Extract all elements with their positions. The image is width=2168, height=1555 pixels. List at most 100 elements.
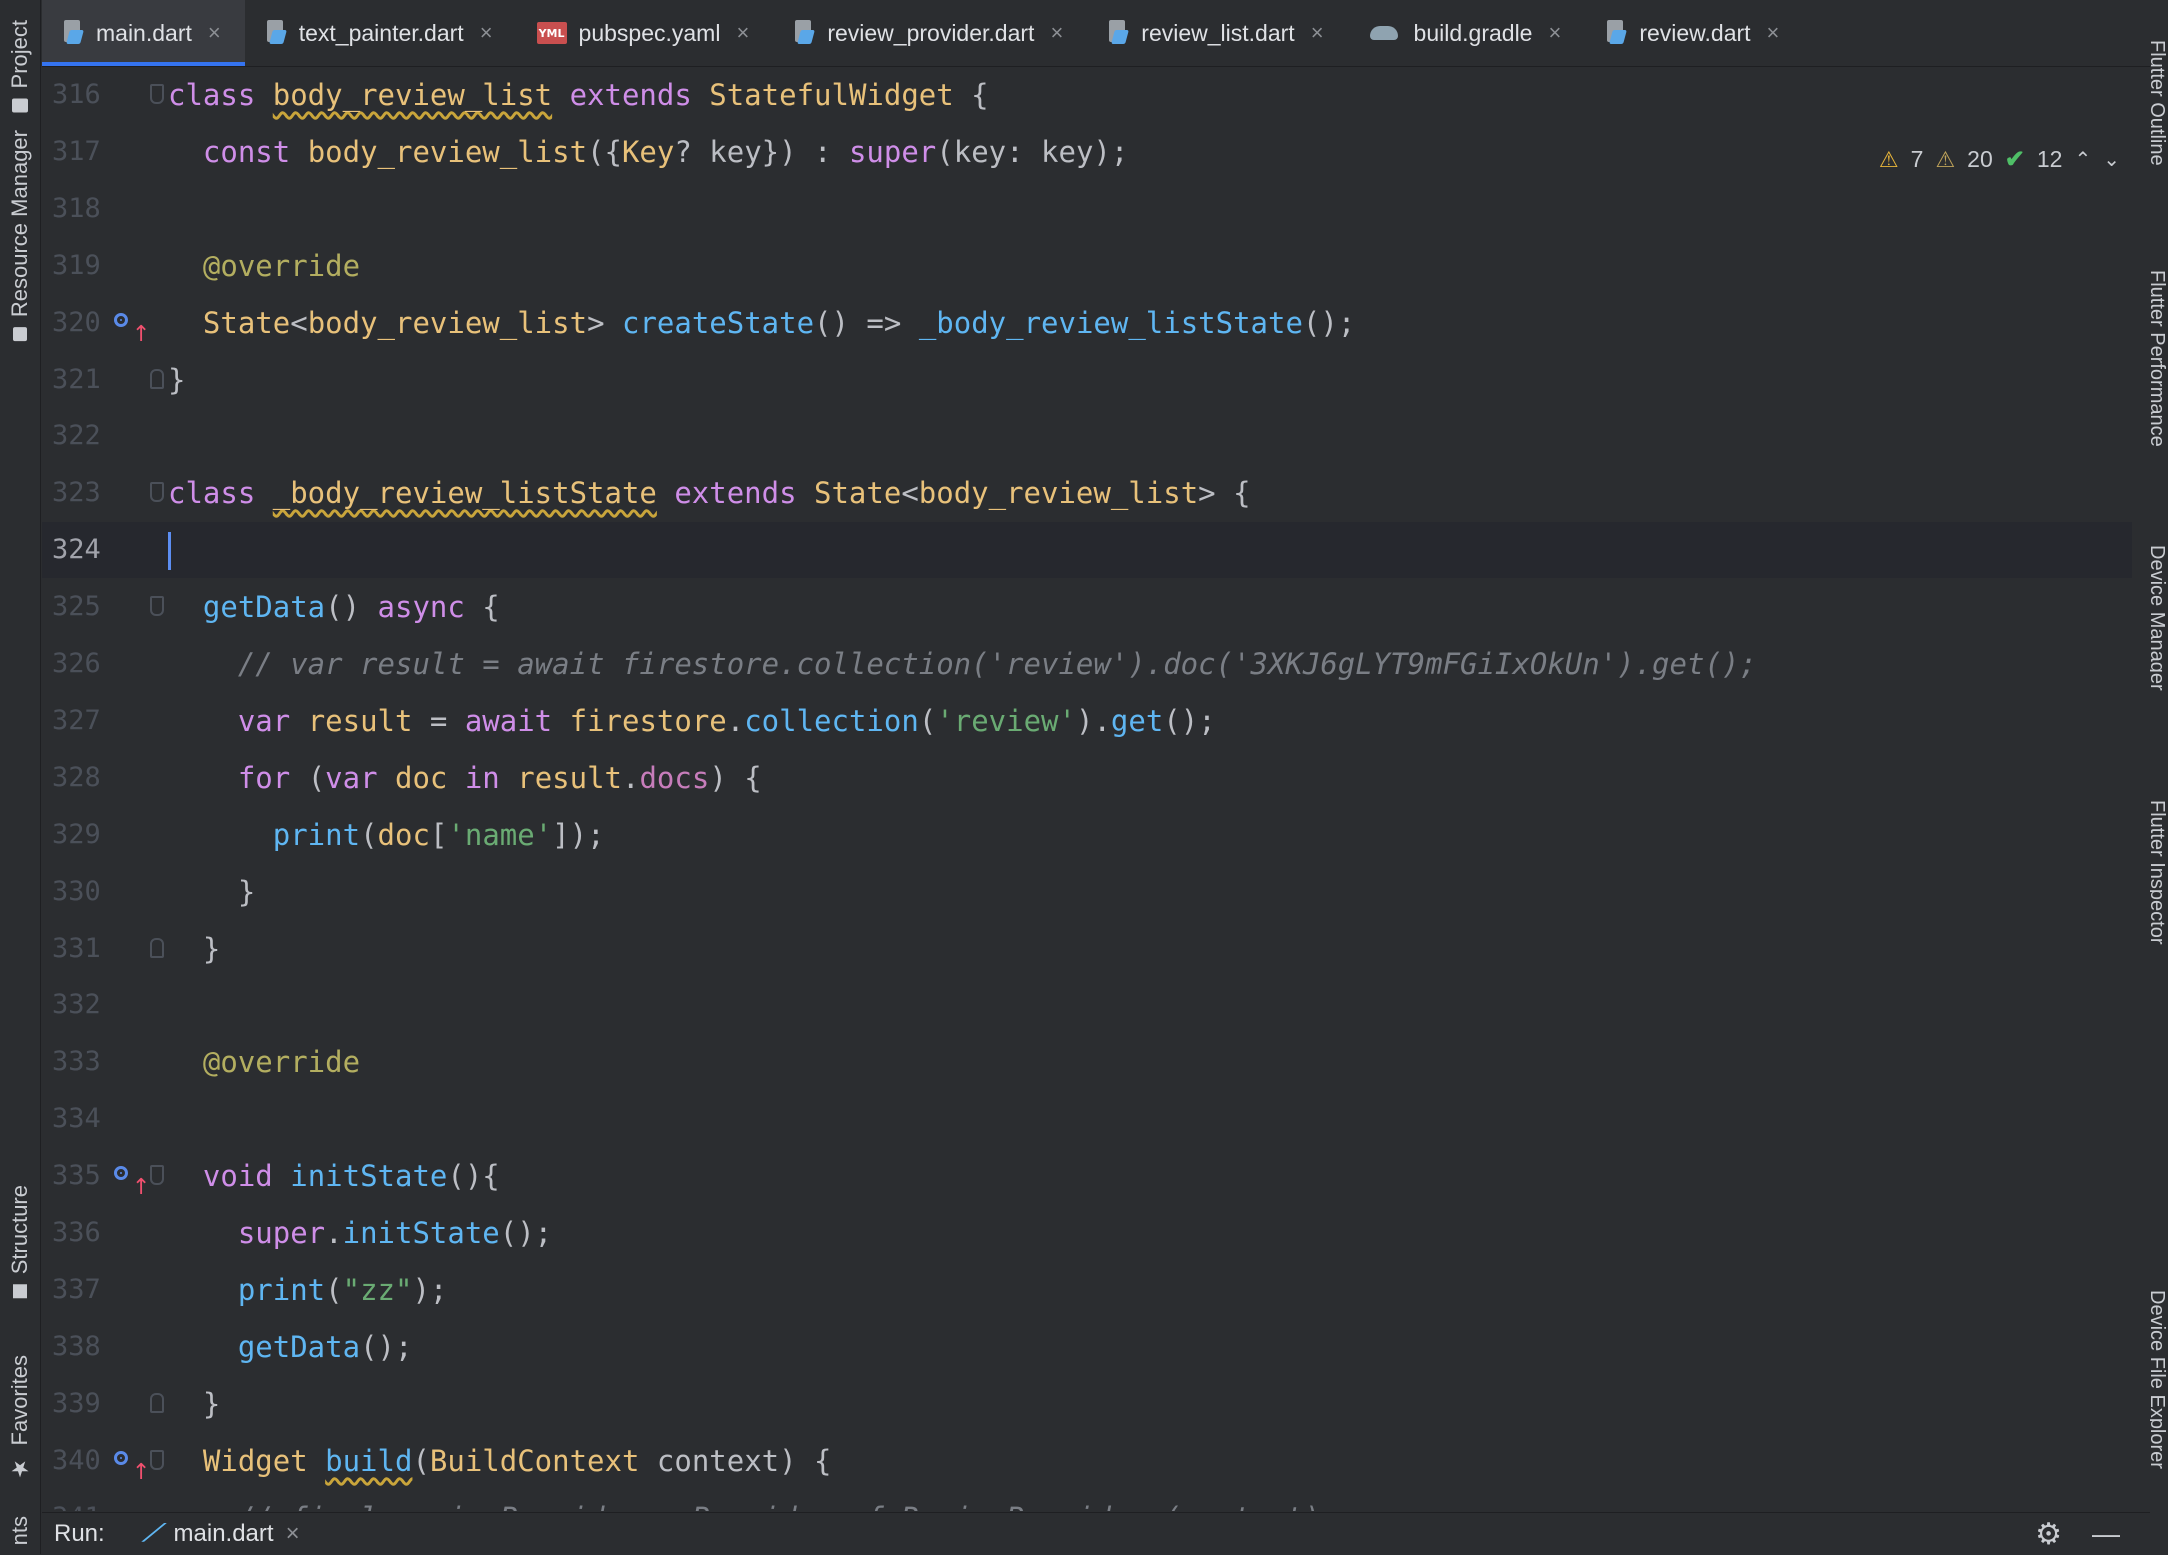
code-line[interactable]: 320 ↑ State<body_review_list> createState…	[42, 295, 2132, 351]
override-marker-icon[interactable]: ↑	[114, 1449, 150, 1485]
code-line[interactable]: 324	[42, 522, 2132, 578]
fold-icon[interactable]	[150, 1450, 164, 1470]
line-number[interactable]: 319	[52, 238, 112, 294]
code-line[interactable]: 329 print(doc['name']);	[42, 807, 2132, 863]
fold-icon[interactable]	[150, 482, 164, 502]
code-token: (key: key);	[936, 135, 1129, 169]
code-token: .	[622, 761, 640, 795]
tab-main-dart[interactable]: main.dart ×	[42, 0, 245, 66]
line-number[interactable]: 329	[52, 807, 112, 863]
line-number[interactable]: 317	[52, 124, 112, 180]
code-line[interactable]: 337 print("zz");	[42, 1262, 2132, 1318]
structure-tool-button[interactable]: Structure	[6, 1185, 34, 1299]
code-line[interactable]: 325 getData() async {	[42, 579, 2132, 635]
code-line[interactable]: 341 // final reviewProvider = Provider.o…	[42, 1490, 2132, 1511]
tab-review-provider-dart[interactable]: review_provider.dart ×	[773, 0, 1087, 66]
resource-manager-tool-button[interactable]: Resource Manager	[6, 130, 34, 342]
line-number[interactable]: 340	[52, 1433, 112, 1489]
code-line[interactable]: 326 // var result = await firestore.coll…	[42, 636, 2132, 692]
next-highlight-icon[interactable]: ⌄	[2103, 147, 2120, 172]
code-line[interactable]: 335 ↑ void initState(){	[42, 1148, 2132, 1204]
flutter-performance-tool-button[interactable]: Flutter Performance	[2150, 270, 2168, 500]
events-tool-button[interactable]: nts	[6, 1516, 34, 1545]
line-number[interactable]: 328	[52, 750, 112, 806]
minimize-icon[interactable]: —	[2092, 1518, 2120, 1550]
code-line[interactable]: 316 class body_review_list extends Statef…	[42, 67, 2132, 123]
fold-icon[interactable]	[150, 369, 164, 389]
gear-icon[interactable]: ⚙	[2035, 1517, 2062, 1552]
line-number[interactable]: 336	[52, 1205, 112, 1261]
code-line[interactable]: 328 for (var doc in result.docs) {	[42, 750, 2132, 806]
line-number[interactable]: 333	[52, 1034, 112, 1090]
code-line[interactable]: 317 const body_review_list({Key? key}) :…	[42, 124, 2132, 180]
code-line[interactable]: 318	[42, 181, 2132, 237]
close-icon[interactable]: ×	[1548, 20, 1561, 46]
code-line[interactable]: 322	[42, 408, 2132, 464]
code-line[interactable]: 319 @override	[42, 238, 2132, 294]
code-line[interactable]: 330 }	[42, 864, 2132, 920]
code-editor[interactable]: 316 class body_review_list extends Statef…	[42, 67, 2150, 1511]
project-tool-button[interactable]: Project	[6, 20, 34, 113]
tab-review-dart[interactable]: review.dart ×	[1585, 0, 1803, 66]
code-token: >	[587, 306, 622, 340]
inspection-widget[interactable]: ⚠ 7 ⚠ 20 ✔ 12 ⌃ ⌄	[1879, 145, 2120, 174]
favorites-tool-button[interactable]: ★ Favorites	[6, 1355, 34, 1480]
tab-review-list-dart[interactable]: review_list.dart ×	[1087, 0, 1347, 66]
override-marker-icon[interactable]: ↑	[114, 1164, 150, 1200]
line-number[interactable]: 338	[52, 1319, 112, 1375]
fold-icon[interactable]	[150, 1393, 164, 1413]
run-tab-main-dart[interactable]: ⟋ main.dart ×	[140, 1520, 300, 1548]
code-text: class body_review_list extends StatefulW…	[168, 67, 989, 123]
line-number[interactable]: 327	[52, 693, 112, 749]
tab-build-gradle[interactable]: build.gradle ×	[1348, 0, 1586, 66]
line-number[interactable]: 325	[52, 579, 112, 635]
line-number[interactable]: 339	[52, 1376, 112, 1432]
fold-icon[interactable]	[150, 596, 164, 616]
line-number[interactable]: 323	[52, 465, 112, 521]
flutter-inspector-label: Flutter Inspector	[2150, 800, 2168, 945]
fold-icon[interactable]	[150, 1165, 164, 1185]
close-icon[interactable]: ×	[480, 20, 493, 46]
previous-highlight-icon[interactable]: ⌃	[2074, 147, 2091, 172]
fold-icon[interactable]	[150, 938, 164, 958]
code-line[interactable]: 340 ↑ Widget build(BuildContext context) …	[42, 1433, 2132, 1489]
flutter-outline-tool-button[interactable]: Flutter Outline	[2150, 40, 2168, 210]
flutter-inspector-tool-button[interactable]: Flutter Inspector	[2150, 800, 2168, 995]
line-number[interactable]: 334	[52, 1091, 112, 1147]
code-line[interactable]: 332	[42, 977, 2132, 1033]
line-number[interactable]: 332	[52, 977, 112, 1033]
code-line[interactable]: 334	[42, 1091, 2132, 1147]
line-number[interactable]: 320	[52, 295, 112, 351]
code-line[interactable]: 339 }	[42, 1376, 2132, 1432]
device-file-explorer-tool-button[interactable]: Device File Explorer	[2150, 1290, 2168, 1530]
code-line[interactable]: 321}	[42, 352, 2132, 408]
line-number[interactable]: 324	[52, 522, 112, 578]
line-number[interactable]: 321	[52, 352, 112, 408]
line-number[interactable]: 316	[52, 67, 112, 123]
override-marker-icon[interactable]: ↑	[114, 311, 150, 347]
line-number[interactable]: 322	[52, 408, 112, 464]
device-manager-tool-button[interactable]: Device Manager	[2150, 545, 2168, 745]
line-number[interactable]: 330	[52, 864, 112, 920]
close-icon[interactable]: ×	[286, 1520, 300, 1548]
code-line[interactable]: 333 @override	[42, 1034, 2132, 1090]
tab-pubspec-yaml[interactable]: YML pubspec.yaml ×	[517, 0, 774, 66]
line-number[interactable]: 337	[52, 1262, 112, 1318]
line-number[interactable]: 331	[52, 921, 112, 977]
line-number[interactable]: 318	[52, 181, 112, 237]
line-number[interactable]: 326	[52, 636, 112, 692]
line-number[interactable]: 335	[52, 1148, 112, 1204]
close-icon[interactable]: ×	[1767, 20, 1780, 46]
code-line[interactable]: 336 super.initState();	[42, 1205, 2132, 1261]
line-number[interactable]: 341	[52, 1490, 112, 1511]
code-line[interactable]: 327 var result = await firestore.collect…	[42, 693, 2132, 749]
code-line[interactable]: 331 }	[42, 921, 2132, 977]
code-line[interactable]: 323 class _body_review_listState extends …	[42, 465, 2132, 521]
close-icon[interactable]: ×	[208, 20, 221, 46]
close-icon[interactable]: ×	[1311, 20, 1324, 46]
tab-text-painter-dart[interactable]: text_painter.dart ×	[245, 0, 517, 66]
close-icon[interactable]: ×	[1050, 20, 1063, 46]
code-line[interactable]: 338 getData();	[42, 1319, 2132, 1375]
close-icon[interactable]: ×	[736, 20, 749, 46]
fold-icon[interactable]	[150, 84, 164, 104]
